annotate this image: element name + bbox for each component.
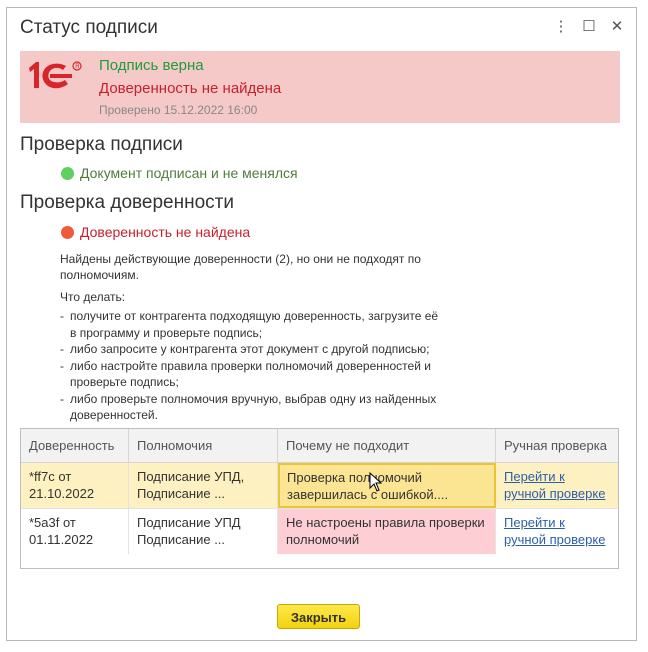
close-button[interactable]: Закрыть <box>277 604 360 629</box>
signature-status-text: Документ подписан и не менялся <box>80 165 298 181</box>
signature-valid-text: Подпись верна <box>99 57 204 74</box>
steps-list: - получите от контрагента подходящую дове… <box>60 308 438 424</box>
checked-date: Проверено 15.12.2022 16:00 <box>99 103 258 117</box>
1c-logo: R <box>29 61 82 89</box>
column-header-reason[interactable]: Почему не подходит <box>278 429 496 463</box>
reason-cell: Не настроены правила проверки полномочий <box>278 509 496 554</box>
reason-cell[interactable]: Проверка полномочий завершилась с ошибкой… <box>278 463 496 508</box>
column-header-powers[interactable]: Полномочия <box>129 429 278 463</box>
column-header-poa[interactable]: Доверенность <box>21 429 129 463</box>
what-to-do-label: Что делать: <box>60 290 126 304</box>
poa-cell: *5a3f от 01.11.2022 <box>21 509 129 554</box>
list-item: - либо проверьте полномочия вручную, выбр… <box>60 391 437 423</box>
manual-check-link[interactable]: Перейти к ручной проверке <box>496 463 618 508</box>
poa-not-found-text: Доверенность не найдена <box>99 80 282 97</box>
mouse-cursor-icon <box>369 472 383 492</box>
table-row[interactable]: *5a3f от 01.11.2022 Подписание УПД Подписа… <box>21 509 618 554</box>
column-header-manual-check[interactable]: Ручная проверка <box>496 429 618 463</box>
poa-check-heading: Проверка доверенности <box>20 192 234 213</box>
maximize-icon[interactable]: ☐ <box>580 18 598 36</box>
status-banner: R Подпись верна Доверенность не найдена … <box>20 51 620 123</box>
poa-table: Доверенность Полномочия Почему не подход… <box>20 428 619 569</box>
close-window-icon[interactable]: ✕ <box>608 18 626 36</box>
dialog-title: Статус подписи <box>20 17 158 38</box>
error-dot-icon <box>61 226 74 239</box>
success-dot-icon <box>61 167 74 180</box>
signature-check-heading: Проверка подписи <box>20 134 183 155</box>
list-item: - получите от контрагента подходящую дове… <box>60 309 439 340</box>
powers-cell: Подписание УПД Подписание ... <box>129 509 278 554</box>
title-bar: Статус подписи ⋮ ☐ ✕ <box>7 8 636 48</box>
dialog-window: Статус подписи ⋮ ☐ ✕ R Подпись верна Дов… <box>6 7 637 641</box>
manual-check-link[interactable]: Перейти к ручной проверке <box>496 509 618 554</box>
list-item: - либо запросите у контрагента этот докум… <box>60 342 430 356</box>
list-item: - либо настройте правила проверки полномо… <box>60 358 431 390</box>
poa-status-text: Доверенность не найдена <box>80 224 251 240</box>
table-row[interactable]: *ff7c от 21.10.2022 Подписание УПД, Подпис… <box>21 463 618 509</box>
svg-text:R: R <box>75 64 80 70</box>
powers-cell: Подписание УПД, Подписание ... <box>129 463 278 508</box>
more-menu-icon[interactable]: ⋮ <box>552 18 570 36</box>
poa-cell: *ff7c от 21.10.2022 <box>21 463 129 508</box>
found-poa-text: Найдены действующие доверенности (2), но… <box>60 252 421 282</box>
